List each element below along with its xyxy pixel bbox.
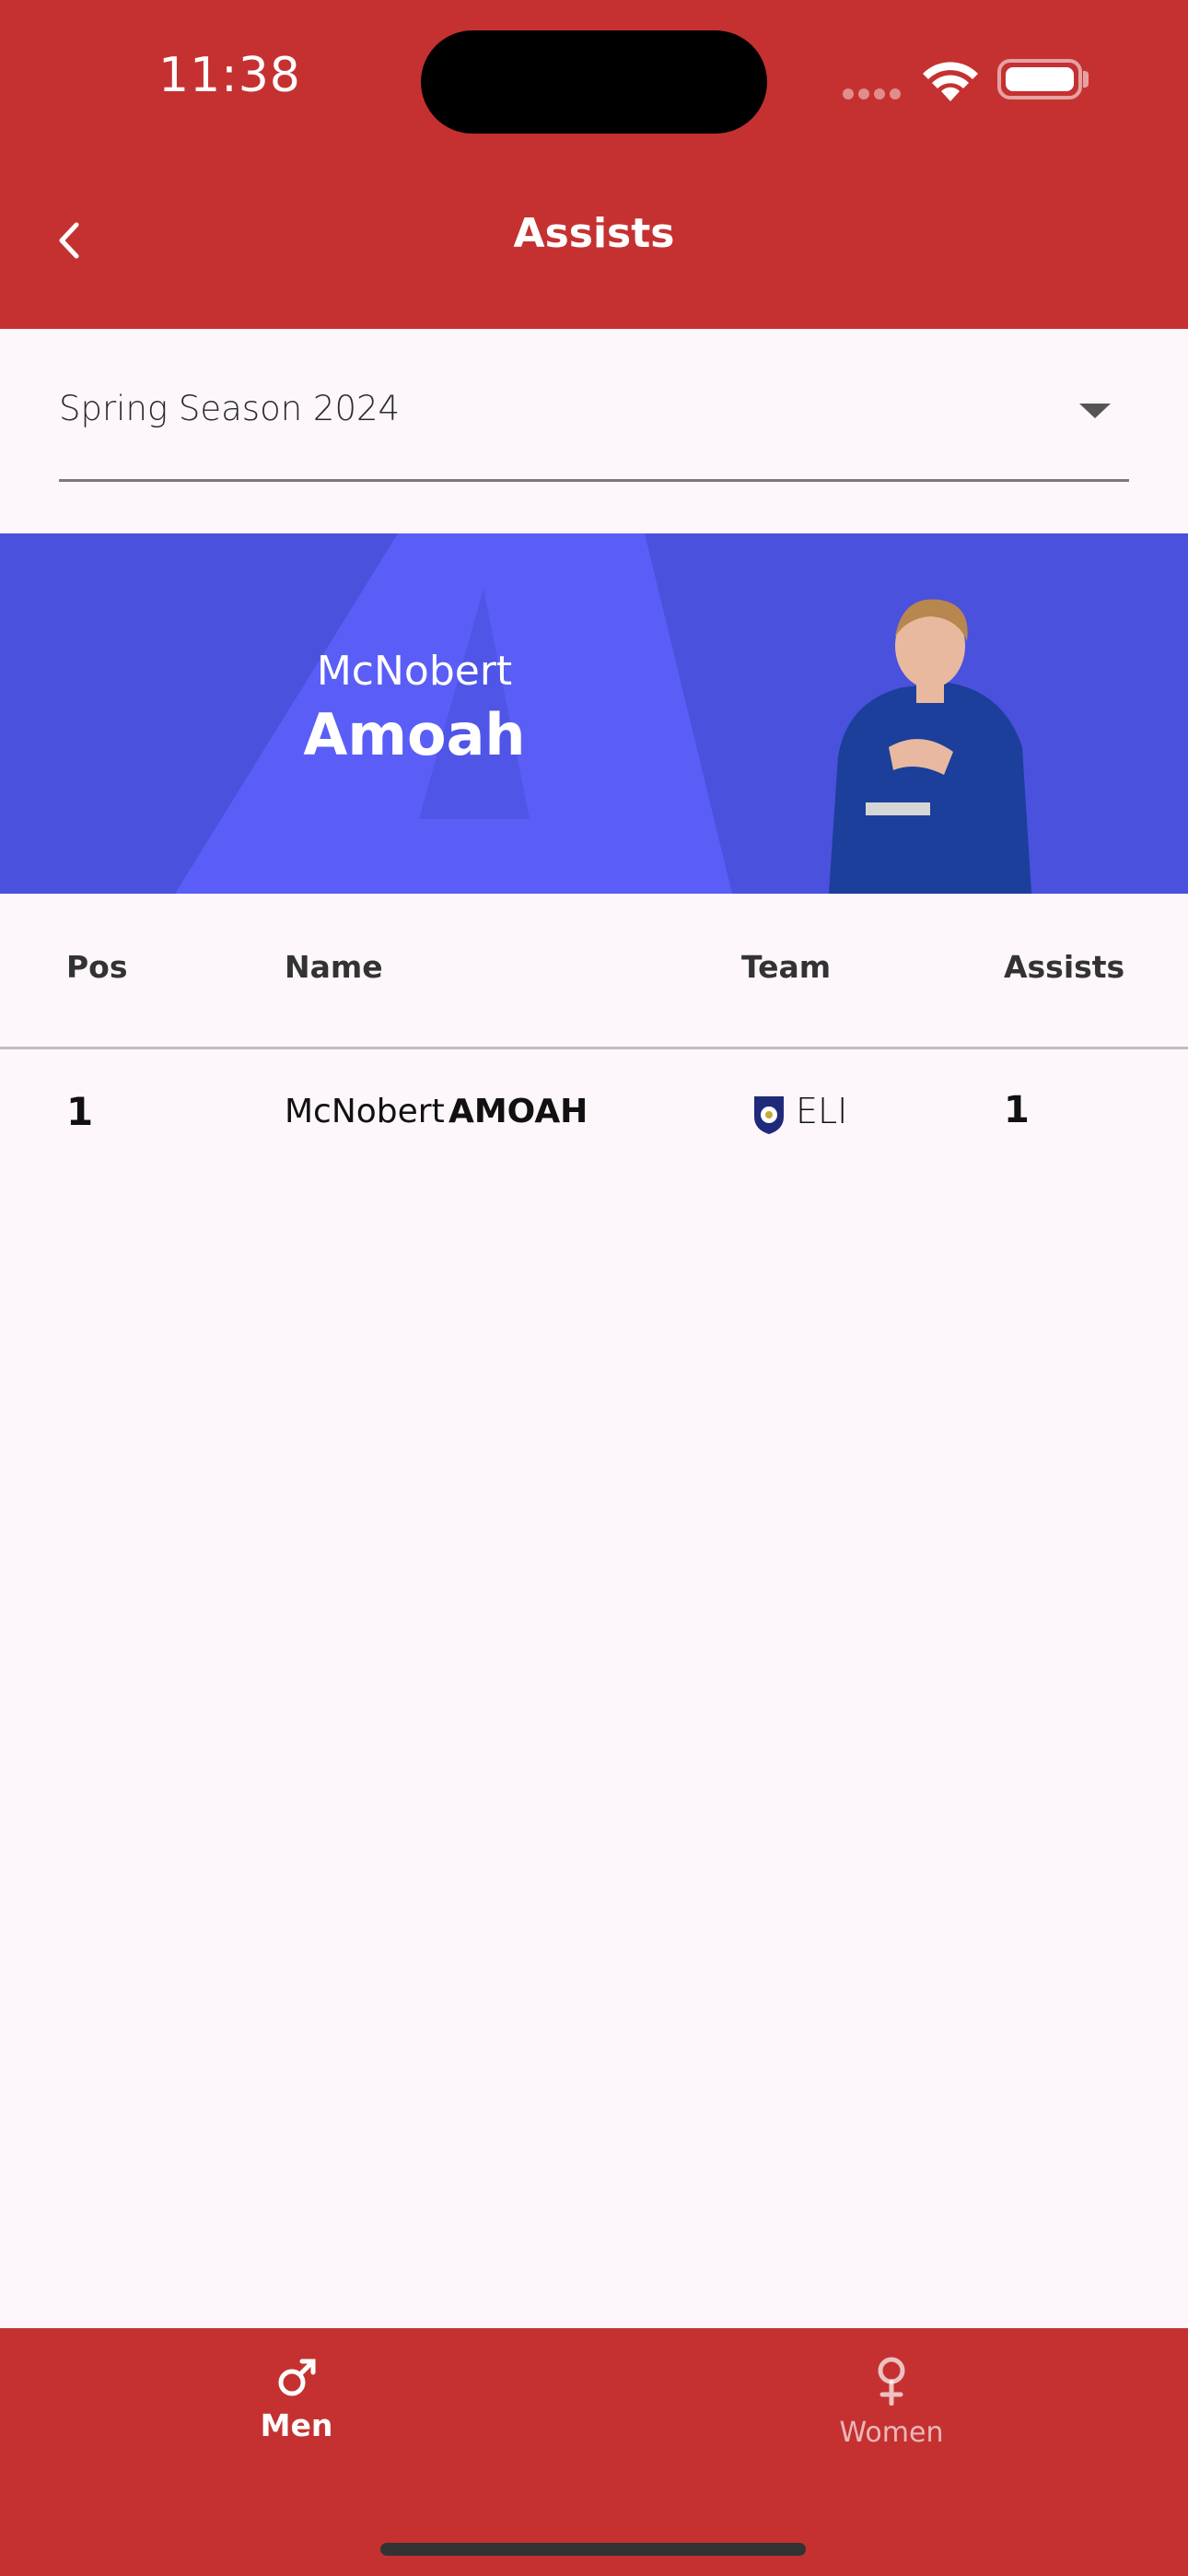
wifi-icon	[923, 62, 978, 101]
home-indicator	[380, 2543, 806, 2556]
row-first-name: McNobert	[285, 1093, 445, 1130]
top-player-banner: McNobert Amoah	[0, 533, 1188, 894]
nav-tab-men[interactable]: Men	[158, 2356, 435, 2443]
column-header-name: Name	[285, 949, 383, 985]
season-dropdown[interactable]: Spring Season 2024	[59, 369, 1129, 482]
chevron-left-icon	[59, 222, 79, 259]
table-divider	[0, 1047, 1188, 1049]
row-last-name: AMOAH	[448, 1093, 588, 1130]
battery-icon	[997, 59, 1082, 100]
row-position: 1	[66, 1089, 94, 1134]
caret-down-icon	[1079, 404, 1111, 418]
column-header-assists: Assists	[1004, 949, 1125, 985]
nav-tab-women-label: Women	[839, 2417, 944, 2449]
banner-first-name: McNobert	[316, 648, 513, 695]
row-assists: 1	[1004, 1089, 1030, 1131]
player-photo	[829, 599, 1031, 894]
battery-cap	[1083, 71, 1089, 88]
season-dropdown-value: Spring Season 2024	[59, 389, 401, 428]
column-header-team: Team	[741, 949, 832, 985]
female-icon	[878, 2357, 905, 2406]
status-time: 11:38	[158, 48, 301, 103]
table-row[interactable]: 1 McNobert AMOAH ELI 1	[0, 1050, 1188, 1179]
nav-tab-men-label: Men	[260, 2407, 333, 2443]
bottom-navigation: Men Women	[0, 2328, 1188, 2576]
back-button[interactable]	[46, 210, 90, 271]
male-icon	[278, 2359, 316, 2396]
cellular-signal-icon	[843, 86, 905, 100]
page-title: Assists	[513, 210, 675, 257]
column-header-pos: Pos	[66, 949, 128, 985]
banner-last-name: Amoah	[303, 701, 526, 768]
row-team: ELI	[796, 1091, 848, 1131]
nav-tab-women[interactable]: Women	[753, 2356, 1030, 2449]
dynamic-island	[421, 30, 767, 134]
team-crest-icon	[754, 1096, 784, 1134]
